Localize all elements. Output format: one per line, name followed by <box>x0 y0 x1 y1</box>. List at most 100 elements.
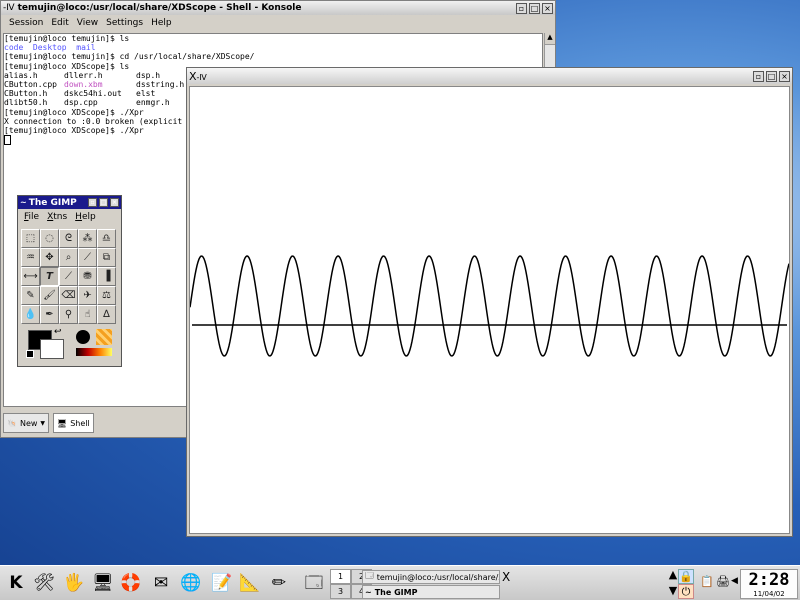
maximize-button[interactable]: □ <box>766 70 777 82</box>
gimp-window-icon[interactable]: ~ <box>20 198 27 207</box>
terminal-line: code Desktop mail <box>4 43 542 52</box>
brush-pattern-area[interactable] <box>74 328 118 362</box>
text-icon[interactable]: T <box>40 267 59 286</box>
brush-preview[interactable] <box>76 330 90 344</box>
menu-session[interactable]: Session <box>5 18 47 28</box>
gimp-titlebar[interactable]: ~ The GIMP ▫ □ × <box>18 196 121 209</box>
gimp-task-icon: ~ <box>365 587 372 597</box>
gradient-icon[interactable]: ▐ <box>97 267 116 286</box>
window-menu-icon[interactable]: -Ⅳ <box>197 73 207 82</box>
control-center-icon[interactable]: 🖥 <box>91 571 115 595</box>
gimp-title: The GIMP <box>28 197 77 208</box>
ellipse-select-icon[interactable]: ◌ <box>40 229 59 248</box>
konqueror-icon[interactable]: 🌐 <box>179 571 203 595</box>
waveform-plot <box>189 255 790 357</box>
color-picker-icon[interactable]: ⟋ <box>59 267 78 286</box>
xdscope-titlebar[interactable]: X-Ⅳ ▫ □ × <box>187 68 792 84</box>
klipper-icon[interactable]: 📋 <box>700 575 714 588</box>
gimp-menu-xtns[interactable]: Xtns <box>47 212 67 222</box>
close-button[interactable]: × <box>110 198 119 207</box>
gimp-menu-file[interactable]: File <box>24 212 39 222</box>
gimp-menu-help[interactable]: Help <box>75 212 96 222</box>
lasso-icon[interactable]: ᘓ <box>59 229 78 248</box>
flip-icon[interactable]: ⟷ <box>21 267 40 286</box>
blur-icon[interactable]: 💧 <box>21 305 40 324</box>
smudge-icon[interactable]: ☝ <box>78 305 97 324</box>
dodge-burn-icon[interactable]: ⚲ <box>59 305 78 324</box>
menu-view[interactable]: View <box>73 18 102 28</box>
move-icon[interactable]: ✥ <box>40 248 59 267</box>
dir-entry: mail <box>76 43 96 53</box>
scissors-icon[interactable]: ♎ <box>97 229 116 248</box>
default-colors-icon[interactable] <box>26 350 34 358</box>
k-menu-icon[interactable]: K <box>4 571 28 595</box>
menu-edit[interactable]: Edit <box>47 18 72 28</box>
file-entry: dskc54hi.out <box>64 89 122 99</box>
xdscope-window[interactable]: X-Ⅳ ▫ □ × <box>186 67 793 537</box>
sine-waveform <box>189 255 790 357</box>
pencil-icon[interactable]: ✎ <box>21 286 40 305</box>
logout-icon[interactable]: ⏻ <box>678 584 694 599</box>
maximize-button[interactable]: □ <box>529 2 540 14</box>
konsole-tabbar: 🐚 New ▼ 🖥 Shell <box>3 411 94 435</box>
terminal-icon[interactable]: 🗔 <box>303 571 325 595</box>
menu-help[interactable]: Help <box>147 18 176 28</box>
menu-settings[interactable]: Settings <box>102 18 147 28</box>
measure-icon[interactable]: ∆ <box>97 305 116 324</box>
tool-grid: ⬚ ◌ ᘓ ⁂ ♎ ♒ ✥ ⌕ ⟋ ⧉ ⟷ T ⟋ ⛃ ▐ ✎ 🖌 ⌫ ✈ ⚖ … <box>21 229 116 324</box>
task-gimp[interactable]: ~ The GIMP <box>362 585 500 599</box>
background-color[interactable] <box>40 339 64 359</box>
clone-icon[interactable]: ⚖ <box>97 286 116 305</box>
transform-icon[interactable]: ⧉ <box>97 248 116 267</box>
minimize-button[interactable]: ▫ <box>516 2 527 14</box>
new-session-button[interactable]: 🐚 New ▼ <box>3 413 50 433</box>
swap-colors-icon[interactable]: ↩ <box>54 327 62 337</box>
airbrush-icon[interactable]: ✈ <box>78 286 97 305</box>
minimize-button[interactable]: ▫ <box>753 70 764 82</box>
kwrite-icon[interactable]: ✏ <box>267 571 291 595</box>
eraser-icon[interactable]: ⌫ <box>59 286 78 305</box>
tray-arrow-icon[interactable]: ◀ <box>731 576 738 586</box>
rect-select-icon[interactable]: ⬚ <box>21 229 40 248</box>
clock[interactable]: 2:28 11/04/02 <box>740 569 798 599</box>
kmail-icon[interactable]: ✉ <box>149 571 173 595</box>
bucket-fill-icon[interactable]: ⛃ <box>78 267 97 286</box>
clock-date: 11/04/02 <box>753 590 785 598</box>
konsole-menu-icon[interactable]: -Ⅳ <box>3 3 15 13</box>
desktop-3[interactable]: 3 <box>330 584 351 599</box>
bezier-icon[interactable]: ♒ <box>21 248 40 267</box>
pattern-preview[interactable] <box>96 329 112 345</box>
maximize-button[interactable]: □ <box>99 198 108 207</box>
zoom-icon[interactable]: ⌕ <box>59 248 78 267</box>
task-konsole[interactable]: 🗔 temujin@loco:/usr/local/share/XDScop <box>362 570 500 584</box>
gradient-preview[interactable] <box>76 348 112 356</box>
office-icon[interactable]: 📝 <box>210 571 234 595</box>
color-swatches[interactable]: ↩ <box>24 327 69 361</box>
tab-shell[interactable]: 🖥 Shell <box>53 413 94 433</box>
office2-icon[interactable]: 📐 <box>238 571 262 595</box>
scroll-up-arrow-icon[interactable]: ▲ <box>545 33 555 45</box>
dir-entry: Desktop <box>32 43 67 53</box>
file-entry: CButton.h <box>4 89 48 99</box>
xdscope-title: X-Ⅳ <box>189 70 751 83</box>
desktop-1[interactable]: 1 <box>330 569 351 584</box>
minimize-button[interactable]: ▫ <box>88 198 97 207</box>
lock-screen-icon[interactable]: 🔒 <box>678 569 694 584</box>
task-gimp-label: The GIMP <box>374 587 418 597</box>
konsole-titlebar[interactable]: -Ⅳ temujin@loco:/usr/local/share/XDScope… <box>1 1 555 15</box>
crop-icon[interactable]: ⟋ <box>78 248 97 267</box>
magic-wand-icon[interactable]: ⁂ <box>78 229 97 248</box>
show-desktop-icon[interactable]: 🛠 <box>32 571 56 595</box>
file-entry: enmgr.h <box>136 98 170 108</box>
xdscope-title-text: X <box>189 69 197 83</box>
gimp-toolbox-window[interactable]: ~ The GIMP ▫ □ × File Xtns Help ⬚ ◌ ᘓ ⁂ … <box>17 195 122 367</box>
task-xdscope[interactable]: X <box>502 570 510 584</box>
close-button[interactable]: × <box>779 70 790 82</box>
printer-icon[interactable]: 🖨 <box>716 575 730 588</box>
home-folder-icon[interactable]: 🖐 <box>62 571 86 595</box>
help-icon[interactable]: 🛟 <box>119 571 143 595</box>
paintbrush-icon[interactable]: 🖌 <box>40 286 59 305</box>
konsole-task-icon: 🗔 <box>365 571 374 580</box>
close-button[interactable]: × <box>542 2 553 14</box>
ink-icon[interactable]: ✒ <box>40 305 59 324</box>
